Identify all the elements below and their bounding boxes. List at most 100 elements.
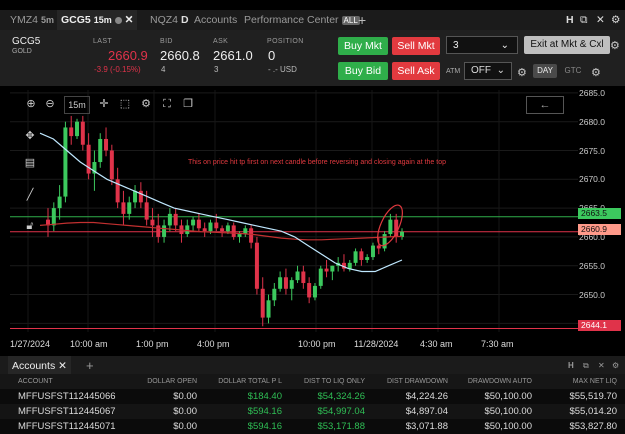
gear-icon[interactable]: ⚙ bbox=[612, 356, 619, 376]
candle-body bbox=[127, 202, 132, 214]
dollar-total-pl: $594.16 bbox=[247, 406, 282, 417]
candle-body bbox=[173, 213, 178, 226]
candle-body bbox=[365, 257, 370, 260]
price-tick: 2680.0 bbox=[579, 116, 605, 127]
back-arrow-icon[interactable]: ← bbox=[526, 96, 564, 114]
candle-body bbox=[167, 213, 172, 226]
last-label: LAST bbox=[93, 38, 113, 45]
header-account[interactable]: ACCOUNT bbox=[18, 374, 53, 389]
time-tick: 4:30 am bbox=[420, 339, 453, 349]
atm-value: OFF bbox=[471, 65, 491, 76]
gear-icon[interactable]: ⚙ bbox=[138, 96, 154, 112]
close-window-icon[interactable]: ✕ bbox=[598, 356, 605, 376]
add-tab-icon[interactable]: + bbox=[358, 10, 366, 30]
tab-nqz4[interactable]: NQZ4 D bbox=[150, 10, 189, 30]
chart-canvas[interactable] bbox=[0, 86, 578, 348]
header-dollar-total-pl[interactable]: DOLLAR TOTAL P L bbox=[200, 374, 282, 389]
chart-annotation[interactable]: This on price hit tp first on next candl… bbox=[188, 159, 446, 166]
table-row[interactable]: MFFUSFST112445071 $0.00 $594.16 $53,171.… bbox=[0, 419, 625, 434]
interval-button[interactable]: 15m bbox=[64, 96, 90, 114]
candle-body bbox=[133, 190, 138, 203]
drawdown-auto: $50,100.00 bbox=[484, 421, 532, 432]
tab-interval: 5m bbox=[40, 15, 54, 25]
gear-icon[interactable]: ⚙ bbox=[610, 39, 620, 52]
header-max-net-liq[interactable]: MAX NET LIQ bbox=[537, 374, 617, 389]
candle-body bbox=[51, 208, 56, 226]
time-tick: 7:30 am bbox=[481, 339, 514, 349]
header-drawdown-auto[interactable]: DRAWDOWN AUTO bbox=[452, 374, 532, 389]
notes-tool-icon[interactable]: ▤ bbox=[22, 155, 38, 171]
zoom-out-icon[interactable]: ⊖ bbox=[42, 96, 58, 112]
help-icon[interactable]: H bbox=[566, 10, 574, 30]
popout-icon[interactable]: ⧉ bbox=[580, 10, 588, 30]
price-chart[interactable] bbox=[0, 86, 578, 348]
draw-line-tool-icon[interactable]: ╱ bbox=[22, 187, 38, 203]
gear-icon[interactable]: ⚙ bbox=[591, 66, 601, 79]
candle-body bbox=[260, 288, 265, 318]
dollar-total-pl: $594.16 bbox=[247, 421, 282, 432]
ask-size: 3 bbox=[214, 65, 219, 74]
cursor-tool-icon[interactable]: ✥ bbox=[22, 128, 38, 144]
dist-to-liq: $54,324.26 bbox=[317, 391, 365, 402]
help-icon[interactable]: H bbox=[568, 356, 574, 376]
dollar-open: $0.00 bbox=[173, 391, 197, 402]
current-price-label: 2660.9 bbox=[578, 224, 621, 235]
fullscreen-icon[interactable]: ⛶ bbox=[159, 96, 175, 112]
gtc-toggle[interactable]: GTC bbox=[560, 64, 586, 78]
tab-label: GCG5 bbox=[61, 14, 91, 26]
candle-body bbox=[289, 280, 294, 289]
lower-level-label: 2644.1 bbox=[578, 320, 621, 331]
close-icon[interactable]: ✕ bbox=[58, 360, 67, 372]
candle-body bbox=[312, 285, 317, 298]
symbol-name: GCG5 bbox=[12, 36, 41, 47]
candle-body bbox=[254, 242, 259, 289]
last-change: -3.9 (-0.15%) bbox=[94, 65, 141, 74]
time-tick: 10:00 pm bbox=[298, 339, 336, 349]
popout-icon[interactable]: ⧉ bbox=[583, 356, 589, 376]
candle-body bbox=[266, 300, 271, 318]
gear-icon[interactable]: ⚙ bbox=[517, 66, 527, 79]
drawdown-auto: $50,100.00 bbox=[484, 391, 532, 402]
atm-select[interactable]: OFF ⌄ bbox=[464, 62, 512, 80]
dollar-open: $0.00 bbox=[173, 421, 197, 432]
crosshair-icon[interactable]: ✛ bbox=[96, 96, 112, 112]
buy-bid-button[interactable]: Buy Bid bbox=[338, 62, 388, 80]
header-dist-drawdown[interactable]: DIST DRAWDOWN bbox=[368, 374, 448, 389]
close-window-icon[interactable]: ✕ bbox=[596, 10, 605, 30]
day-toggle[interactable]: DAY bbox=[533, 64, 557, 78]
tab-accounts[interactable]: Accounts bbox=[194, 10, 237, 30]
quantity-select[interactable]: 3 ⌄ bbox=[446, 36, 518, 54]
candle-body bbox=[191, 219, 196, 226]
time-tick: 11/28/2024 bbox=[354, 339, 399, 349]
tab-gcg5[interactable]: GCG5 15m ✕ bbox=[57, 10, 138, 30]
candle-body bbox=[307, 283, 312, 298]
tab-accounts-panel[interactable]: Accounts ✕ bbox=[8, 356, 71, 376]
close-icon[interactable]: ✕ bbox=[125, 14, 134, 26]
position-pnl: - .- USD bbox=[268, 65, 297, 74]
gear-icon[interactable]: ⚙ bbox=[611, 10, 620, 30]
tab-ymz4[interactable]: YMZ4 5m bbox=[10, 10, 54, 30]
header-dollar-open[interactable]: DOLLAR OPEN bbox=[125, 374, 197, 389]
price-tick: 2670.0 bbox=[579, 174, 605, 185]
add-tab-icon[interactable]: + bbox=[86, 356, 94, 376]
copy-icon[interactable]: ❐ bbox=[180, 96, 196, 112]
tab-performance-center[interactable]: Performance Center ALL bbox=[244, 10, 360, 30]
sell-ask-button[interactable]: Sell Ask bbox=[392, 62, 440, 80]
lock-tool-icon[interactable]: 🔓︎ bbox=[22, 218, 38, 234]
zoom-in-icon[interactable]: ⊕ bbox=[23, 96, 39, 112]
exit-at-mkt-button[interactable]: Exit at Mkt & Cxl bbox=[524, 36, 610, 54]
select-box-icon[interactable]: ⬚ bbox=[117, 96, 133, 112]
table-row[interactable]: MFFUSFST112445067 $0.00 $594.16 $54,997.… bbox=[0, 404, 625, 419]
candle-body bbox=[301, 271, 306, 284]
tab-interval: 15m bbox=[93, 15, 112, 25]
ask-label: ASK bbox=[213, 38, 229, 45]
sell-mkt-button[interactable]: Sell Mkt bbox=[392, 37, 440, 55]
table-row[interactable]: MFFUSFST112445066 $0.00 $184.40 $54,324.… bbox=[0, 389, 625, 404]
max-net-liq: $53,827.80 bbox=[569, 421, 617, 432]
candle-body bbox=[196, 219, 201, 229]
candle-body bbox=[75, 121, 80, 137]
chevron-down-icon: ⌄ bbox=[500, 40, 509, 51]
header-dist-to-liq[interactable]: DIST TO LIQ ONLY bbox=[285, 374, 365, 389]
buy-mkt-button[interactable]: Buy Mkt bbox=[338, 37, 388, 55]
candle-body bbox=[330, 265, 335, 272]
